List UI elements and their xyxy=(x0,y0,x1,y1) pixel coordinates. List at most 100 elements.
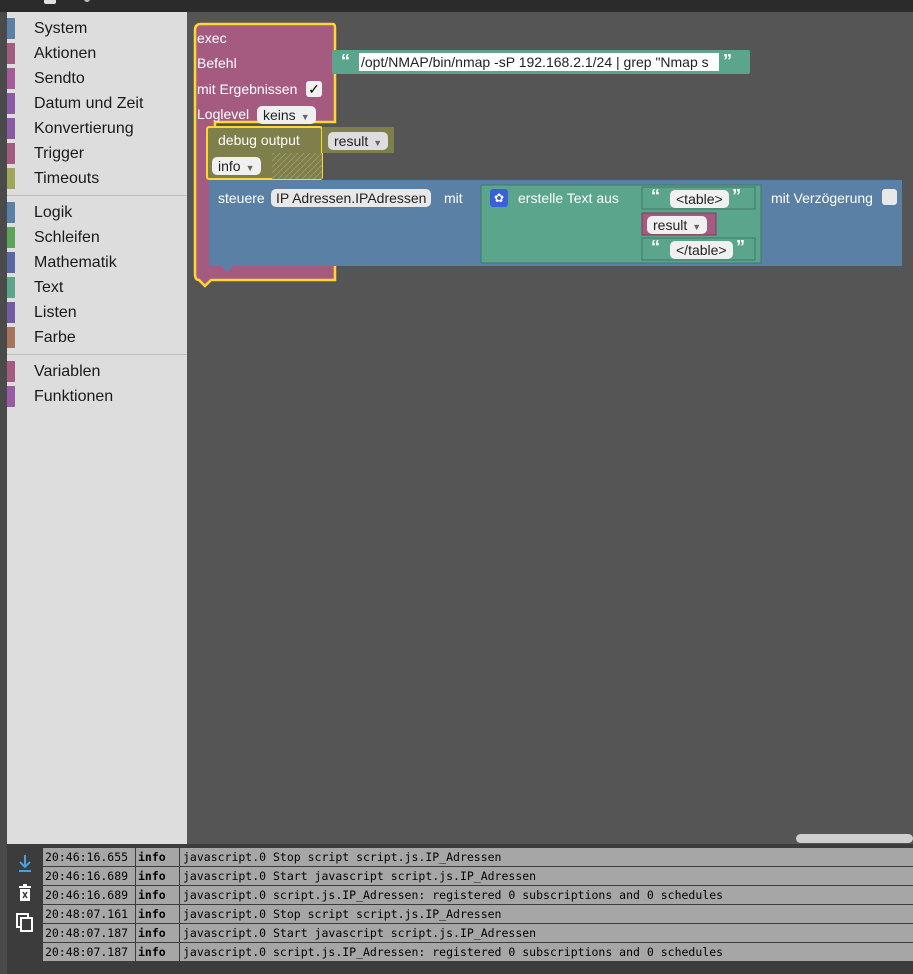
log-message: javascript.0 script.js.IP_Adressen: regi… xyxy=(183,888,724,902)
category-label: Konvertierung xyxy=(34,120,134,137)
scroll-down-button[interactable] xyxy=(7,848,43,878)
horizontal-scrollbar[interactable] xyxy=(796,834,913,843)
category-label: Text xyxy=(34,279,64,296)
toolbox-category-sendto[interactable]: Sendto xyxy=(7,66,187,91)
log-table: 20:46:16.655 info javascript.0 Stop script… xyxy=(43,848,913,962)
blockly-workspace[interactable]: exec Befehl “ /opt/NMAP/bin/nmap -sP 192… xyxy=(187,12,913,844)
category-color-bar xyxy=(7,327,15,348)
dropdown-arrow-icon: ▼ xyxy=(692,222,702,232)
category-label: Logik xyxy=(34,204,73,221)
toolbox-category-schleifen[interactable]: Schleifen xyxy=(7,225,187,250)
debug-level-dropdown[interactable]: info ▼ xyxy=(212,157,261,175)
toolbox-category-farbe[interactable]: Farbe xyxy=(7,325,187,350)
befehl-string-block[interactable]: “ /opt/NMAP/bin/nmap -sP 192.168.2.1/24 … xyxy=(332,50,750,74)
copy-icon xyxy=(16,913,33,932)
category-color-bar xyxy=(7,252,15,273)
verzoegerung-checkbox[interactable] xyxy=(882,189,897,205)
log-message: javascript.0 Start javascript script.js.… xyxy=(183,869,537,883)
category-label: Sendto xyxy=(34,70,85,87)
settings-icon[interactable] xyxy=(44,0,56,4)
category-label: Mathematik xyxy=(34,254,117,271)
steuere-mit-label: mit xyxy=(444,190,463,206)
category-color-bar xyxy=(7,302,15,323)
steuere-label: steuere xyxy=(218,190,265,206)
category-color-bar xyxy=(7,168,15,189)
category-label: Datum und Zeit xyxy=(34,95,144,112)
befehl-label: Befehl xyxy=(197,55,237,71)
toolbox-separator xyxy=(7,354,187,355)
dropdown-arrow-icon: ▼ xyxy=(245,163,255,173)
text-item-3[interactable]: </table> xyxy=(670,241,733,259)
log-level: info xyxy=(136,924,180,942)
dropdown-arrow-icon: ▼ xyxy=(300,112,310,122)
toolbox-category-listen[interactable]: Listen xyxy=(7,300,187,325)
category-color-bar xyxy=(7,68,15,89)
category-label: Listen xyxy=(34,304,77,321)
menu-dot-icon[interactable] xyxy=(84,0,90,2)
log-message: javascript.0 Stop script script.js.IP_Ad… xyxy=(183,907,502,921)
category-color-bar xyxy=(7,202,15,223)
trash-icon xyxy=(19,884,31,901)
text-item-1[interactable]: <table> xyxy=(670,190,729,208)
category-label: Trigger xyxy=(34,145,85,162)
log-toolbar xyxy=(7,848,43,974)
dropdown-arrow-icon: ▼ xyxy=(373,138,383,148)
left-edge xyxy=(0,12,7,974)
toolbox-category-funktionen[interactable]: Funktionen xyxy=(7,384,187,409)
loglevel-label: Loglevel xyxy=(197,106,250,122)
log-level: info xyxy=(136,848,180,866)
toolbox-category-datum-und-zeit[interactable]: Datum und Zeit xyxy=(7,91,187,116)
category-label: Funktionen xyxy=(34,388,114,405)
log-time: 20:48:07.161 xyxy=(43,905,136,923)
log-row: 20:46:16.689 info javascript.0 script.js.I… xyxy=(43,886,913,905)
toolbox-category-text[interactable]: Text xyxy=(7,275,187,300)
log-message: javascript.0 script.js.IP_Adressen: regi… xyxy=(183,945,724,959)
toolbox-category-mathematik[interactable]: Mathematik xyxy=(7,250,187,275)
ergebnissen-checkbox[interactable]: ✓ xyxy=(306,81,322,97)
befehl-input[interactable]: /opt/NMAP/bin/nmap -sP 192.168.2.1/24 | … xyxy=(359,53,719,71)
category-color-bar xyxy=(7,227,15,248)
log-time: 20:46:16.655 xyxy=(43,848,136,866)
log-message: javascript.0 Stop script script.js.IP_Ad… xyxy=(183,850,502,864)
close-quote-icon: ” xyxy=(732,186,741,206)
toolbox-category-aktionen[interactable]: Aktionen xyxy=(7,41,187,66)
toolbox-category-system[interactable]: System xyxy=(7,16,187,41)
gear-icon[interactable]: ✿ xyxy=(490,189,508,207)
toolbox-category-konvertierung[interactable]: Konvertierung xyxy=(7,116,187,141)
log-level: info xyxy=(136,905,180,923)
text-item-2-dropdown[interactable]: result ▼ xyxy=(647,216,708,234)
log-time: 20:46:16.689 xyxy=(43,886,136,904)
open-quote-icon: “ xyxy=(651,186,660,206)
toolbox-category-logik[interactable]: Logik xyxy=(7,200,187,225)
steuere-target-dropdown[interactable]: IP Adressen.IPAdressen xyxy=(271,189,432,207)
open-quote-icon: “ xyxy=(341,51,350,71)
toolbox-separator xyxy=(7,195,187,196)
log-row: 20:46:16.655 info javascript.0 Stop script… xyxy=(43,848,913,867)
download-arrow-icon xyxy=(19,855,31,872)
close-quote-icon: ” xyxy=(736,237,745,257)
close-quote-icon: ” xyxy=(723,51,732,71)
category-color-bar xyxy=(7,93,15,114)
category-label: Timeouts xyxy=(34,170,100,187)
copy-log-button[interactable] xyxy=(7,908,43,938)
text-join-label: erstelle Text aus xyxy=(518,190,619,206)
category-label: Aktionen xyxy=(34,45,97,62)
log-time: 20:46:16.689 xyxy=(43,867,136,885)
debug-var-dropdown[interactable]: result ▼ xyxy=(328,132,389,150)
log-row: 20:48:07.187 info javascript.0 script.js.I… xyxy=(43,943,913,962)
toolbox-category-trigger[interactable]: Trigger xyxy=(7,141,187,166)
category-label: Schleifen xyxy=(34,229,100,246)
verzoegerung-label: mit Verzögerung xyxy=(771,190,873,206)
log-level: info xyxy=(136,886,180,904)
category-label: Farbe xyxy=(34,329,76,346)
open-quote-icon: “ xyxy=(651,237,660,257)
toolbox-category-variablen[interactable]: Variablen xyxy=(7,359,187,384)
log-row: 20:46:16.689 info javascript.0 Start javas… xyxy=(43,867,913,886)
toolbox-category-timeouts[interactable]: Timeouts xyxy=(7,166,187,191)
log-message: javascript.0 Start javascript script.js.… xyxy=(183,926,537,940)
loglevel-dropdown[interactable]: keins ▼ xyxy=(257,106,316,124)
debug-output-label: debug output xyxy=(218,132,300,148)
clear-log-button[interactable] xyxy=(7,878,43,908)
category-color-bar xyxy=(7,18,15,39)
ergebnissen-label: mit Ergebnissen xyxy=(197,81,298,97)
